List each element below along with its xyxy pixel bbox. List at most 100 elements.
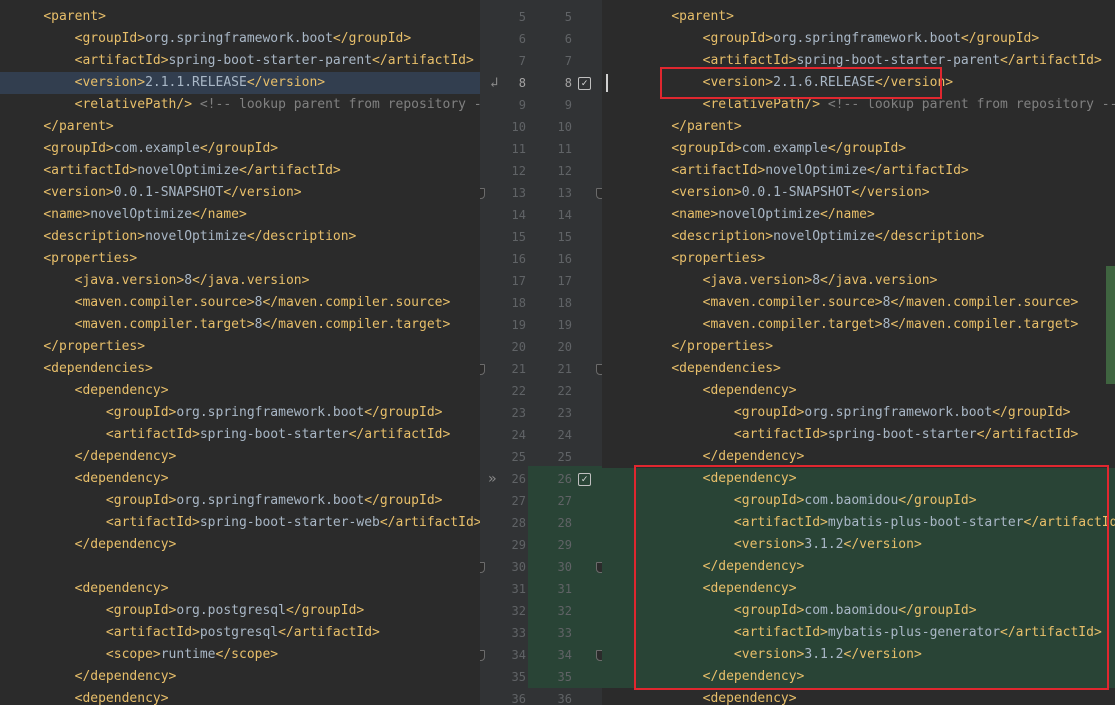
revert-arrow-icon[interactable]: ↲	[490, 72, 498, 94]
left-code-line[interactable]: <artifactId>spring-boot-starter</artifac…	[0, 424, 480, 446]
left-code-line[interactable]: <maven.compiler.source>8</maven.compiler…	[0, 292, 480, 314]
left-code-line[interactable]: <groupId>org.postgresql</groupId>	[0, 600, 480, 622]
right-code-line[interactable]: <maven.compiler.source>8</maven.compiler…	[602, 292, 1115, 314]
right-code-line[interactable]: <artifactId>mybatis-plus-boot-starter</a…	[602, 512, 1115, 534]
right-line-number: 6	[564, 32, 572, 46]
left-code-line[interactable]: <dependency>	[0, 380, 480, 402]
right-code-text: <maven.compiler.source>8</maven.compiler…	[702, 295, 1079, 310]
right-code-line[interactable]: <groupId>com.example</groupId>	[602, 138, 1115, 160]
left-code-line[interactable]: <scope>runtime</scope>	[0, 644, 480, 666]
right-code-line[interactable]: <dependency>	[602, 578, 1115, 600]
left-code-line[interactable]: <groupId>com.example</groupId>	[0, 138, 480, 160]
left-code-line[interactable]: <properties>	[0, 248, 480, 270]
left-editor-pane[interactable]: <parent> <groupId>org.springframework.bo…	[0, 0, 480, 705]
right-code-text: <version>3.1.2</version>	[733, 647, 922, 662]
left-code-line[interactable]: <dependencies>	[0, 358, 480, 380]
right-code-line[interactable]: <description>novelOptimize</description>	[602, 226, 1115, 248]
left-code-line[interactable]: <groupId>org.springframework.boot</group…	[0, 28, 480, 50]
left-code-line[interactable]: <artifactId>novelOptimize</artifactId>	[0, 160, 480, 182]
right-code-line[interactable]: <groupId>org.springframework.boot</group…	[602, 402, 1115, 424]
right-code-line[interactable]: <properties>	[602, 248, 1115, 270]
right-code-text: <groupId>com.baomidou</groupId>	[733, 493, 977, 508]
left-line-number: 10	[511, 120, 526, 134]
right-code-line[interactable]: <version>0.0.1-SNAPSHOT</version>	[602, 182, 1115, 204]
fold-marker-icon[interactable]	[480, 562, 485, 573]
fold-marker-icon[interactable]	[480, 188, 485, 199]
right-code-line[interactable]: </dependency>	[602, 556, 1115, 578]
right-code-line[interactable]: <version>3.1.2</version>	[602, 644, 1115, 666]
fold-marker-icon[interactable]	[480, 650, 485, 661]
left-line-number: 29	[511, 538, 526, 552]
left-code-line[interactable]: </properties>	[0, 336, 480, 358]
double-chevron-right-icon[interactable]: »	[488, 468, 496, 490]
left-code-line[interactable]: </dependency>	[0, 534, 480, 556]
left-code-line[interactable]: <groupId>org.springframework.boot</group…	[0, 402, 480, 424]
scrollbar-change-marker[interactable]	[1106, 266, 1115, 384]
right-code-line[interactable]: </dependency>	[602, 666, 1115, 688]
right-code-text: <dependency>	[702, 471, 797, 486]
left-code-line[interactable]: </parent>	[0, 116, 480, 138]
right-code-line[interactable]: <artifactId>novelOptimize</artifactId>	[602, 160, 1115, 182]
left-code-line[interactable]: <description>novelOptimize</description>	[0, 226, 480, 248]
left-line-number: 21	[511, 362, 526, 376]
right-code-line[interactable]: <artifactId>spring-boot-starter</artifac…	[602, 424, 1115, 446]
right-code-line[interactable]: </dependency>	[602, 446, 1115, 468]
left-line-number: 16	[511, 252, 526, 266]
left-code-text: <scope>runtime</scope>	[105, 647, 279, 662]
right-code-line[interactable]: <dependency>	[602, 468, 1115, 490]
left-code-line[interactable]: <dependency>	[0, 578, 480, 600]
left-code-line[interactable]: <maven.compiler.target>8</maven.compiler…	[0, 314, 480, 336]
right-code-text: <properties>	[671, 251, 766, 266]
right-code-line[interactable]: <artifactId>mybatis-plus-generator</arti…	[602, 622, 1115, 644]
right-line-number: 28	[557, 516, 572, 530]
right-code-text: <groupId>com.example</groupId>	[671, 141, 907, 156]
left-code-line[interactable]: <dependency>	[0, 468, 480, 490]
right-line-number: 17	[557, 274, 572, 288]
fold-marker-icon[interactable]	[480, 364, 485, 375]
right-code-text: <artifactId>spring-boot-starter-parent</…	[702, 53, 1102, 68]
right-code-line[interactable]: <groupId>com.baomidou</groupId>	[602, 600, 1115, 622]
right-code-line[interactable]: <relativePath/> <!-- lookup parent from …	[602, 94, 1115, 116]
left-code-line[interactable]: <artifactId>postgresql</artifactId>	[0, 622, 480, 644]
right-code-line[interactable]: <parent>	[602, 6, 1115, 28]
left-code-line[interactable]: <artifactId>spring-boot-starter-web</art…	[0, 512, 480, 534]
left-code-line[interactable]: <java.version>8</java.version>	[0, 270, 480, 292]
left-code-line[interactable]: <artifactId>spring-boot-starter-parent</…	[0, 50, 480, 72]
right-code-line[interactable]: </properties>	[602, 336, 1115, 358]
left-code-line[interactable]: <name>novelOptimize</name>	[0, 204, 480, 226]
right-line-number: 11	[557, 142, 572, 156]
left-code-line[interactable]	[0, 556, 480, 578]
left-code-text: <maven.compiler.source>8</maven.compiler…	[74, 295, 451, 310]
right-code-line[interactable]: <maven.compiler.target>8</maven.compiler…	[602, 314, 1115, 336]
right-line-number: 23	[557, 406, 572, 420]
right-code-line[interactable]: <dependencies>	[602, 358, 1115, 380]
left-code-line[interactable]: <version>2.1.1.RELEASE</version>	[0, 72, 480, 94]
right-code-line[interactable]: <dependency>	[602, 380, 1115, 402]
left-code-text: <java.version>8</java.version>	[74, 273, 310, 288]
check-icon[interactable]: ✓	[578, 473, 591, 486]
right-code-line[interactable]: <dependency>	[602, 688, 1115, 705]
right-code-line[interactable]: </parent>	[602, 116, 1115, 138]
right-line-number: 9	[564, 98, 572, 112]
right-code-line[interactable]: <artifactId>spring-boot-starter-parent</…	[602, 50, 1115, 72]
left-code-line[interactable]: <dependency>	[0, 688, 480, 705]
check-icon[interactable]: ✓	[578, 77, 591, 90]
left-code-line[interactable]: </dependency>	[0, 666, 480, 688]
right-code-line[interactable]: <groupId>com.baomidou</groupId>	[602, 490, 1115, 512]
right-code-text: <parent>	[671, 9, 734, 24]
left-code-line[interactable]: <relativePath/> <!-- lookup parent from …	[0, 94, 480, 116]
right-line-number: 27	[557, 494, 572, 508]
right-line-number: 8	[564, 76, 572, 90]
left-code-line[interactable]: <groupId>org.springframework.boot</group…	[0, 490, 480, 512]
right-code-line[interactable]: <groupId>org.springframework.boot</group…	[602, 28, 1115, 50]
right-code-line[interactable]: <java.version>8</java.version>	[602, 270, 1115, 292]
right-code-line[interactable]: <version>3.1.2</version>	[602, 534, 1115, 556]
right-code-line[interactable]: <version>2.1.6.RELEASE</version>	[602, 72, 1115, 94]
right-editor-pane[interactable]: <parent> <groupId>org.springframework.bo…	[602, 0, 1115, 705]
left-code-line[interactable]: </dependency>	[0, 446, 480, 468]
right-code-text: <dependency>	[702, 383, 797, 398]
right-code-line[interactable]: <name>novelOptimize</name>	[602, 204, 1115, 226]
left-line-number: 36	[511, 692, 526, 705]
left-code-line[interactable]: <parent>	[0, 6, 480, 28]
left-code-line[interactable]: <version>0.0.1-SNAPSHOT</version>	[0, 182, 480, 204]
